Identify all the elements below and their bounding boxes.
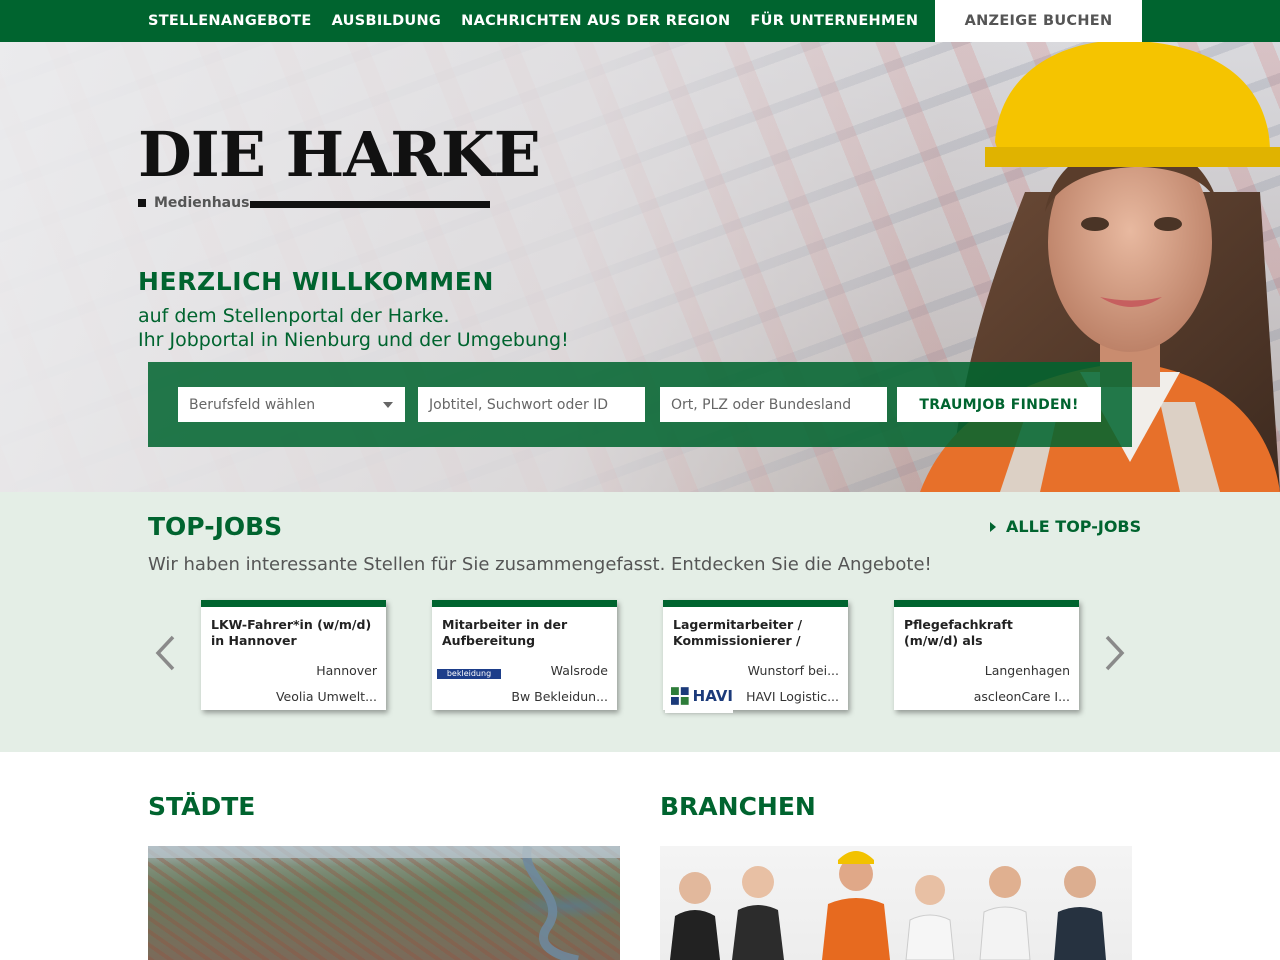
logo-subline: Medienhaus [138,195,249,211]
job-card-title: Lagermitarbeiter / Kommissionierer / Lag… [673,617,803,648]
logo-wordmark: DIE HARKE [138,118,541,191]
job-card[interactable]: Lagermitarbeiter / Kommissionierer / Lag… [663,600,848,713]
company-logo: bekleidung [437,669,501,679]
nav-link-stellenangebote[interactable]: STELLENANGEBOTE [148,13,312,29]
job-card-city: Wunstorf bei... [747,663,839,678]
top-jobs-title: TOP-JOBS [148,512,283,541]
all-top-jobs-link[interactable]: ALLE TOP-JOBS [990,517,1141,536]
river-image [148,846,620,960]
all-top-jobs-label: ALLE TOP-JOBS [1006,517,1142,536]
category-select[interactable]: Berufsfeld wählen [178,387,405,422]
job-card-title: LKW-Fahrer*in (w/m/d) in Hannover [211,617,372,648]
die-harke-logo[interactable]: DIE HARKE Medienhaus [138,124,541,211]
location-input-placeholder: Ort, PLZ oder Bundesland [671,396,852,413]
branches-people-image[interactable] [660,846,1132,960]
welcome-text: HERZLICH WILLKOMMEN auf dem Stellenporta… [138,267,569,352]
cities-title: STÄDTE [148,792,256,821]
caret-right-icon [990,521,996,532]
company-logo: HAVI [665,679,733,713]
job-card[interactable]: Pflegefachkraft (m/w/d) als Schulbegleit… [894,600,1079,710]
keyword-input-placeholder: Jobtitel, Suchwort oder ID [429,396,609,413]
logo-square-icon [138,199,146,207]
job-card-title: Mitarbeiter in der Aufbereitung Wäschere… [442,617,568,648]
keyword-input[interactable]: Jobtitel, Suchwort oder ID [418,387,645,422]
nav-link-ausbildung[interactable]: AUSBILDUNG [332,13,442,29]
havi-logo-text: HAVI [692,687,733,705]
job-card-city: Hannover [316,663,377,678]
logo-medienhaus: Medienhaus [154,195,250,211]
nav-link-unternehmen[interactable]: FÜR UNTERNEHMEN [750,13,918,29]
job-card-company: Veolia Umwelt... [275,689,377,704]
job-card[interactable]: Mitarbeiter in der Aufbereitung Wäschere… [432,600,617,710]
job-card[interactable]: LKW-Fahrer*in (w/m/d) in Hannover Hannov… [201,600,386,710]
job-search-box: Berufsfeld wählen Jobtitel, Suchwort ode… [148,362,1132,447]
job-card-company: ascleonCare I... [973,689,1070,704]
nav-link-nachrichten[interactable]: NACHRICHTEN AUS DER REGION [461,13,730,29]
havi-logo-icon [671,687,689,705]
top-jobs-intro: Wir haben interessante Stellen für Sie z… [148,554,932,575]
hero-banner: DIE HARKE Medienhaus HERZLICH WILLKOMMEN… [0,42,1280,492]
job-card-city: Langenhagen [984,663,1070,678]
nav-links: STELLENANGEBOTE AUSBILDUNG NACHRICHTEN A… [148,0,918,42]
book-ad-button[interactable]: ANZEIGE BUCHEN [935,0,1142,42]
top-jobs-section: TOP-JOBS ALLE TOP-JOBS Wir haben interes… [0,492,1280,752]
logo-bar [250,201,490,208]
carousel-prev-arrow-icon[interactable] [151,633,181,673]
welcome-line-2: Ihr Jobportal in Nienburg und der Umgebu… [138,329,569,351]
welcome-line-1: auf dem Stellenportal der Harke. [138,305,450,327]
professionals-group-image [670,851,1106,960]
cities-aerial-image[interactable] [148,846,620,960]
welcome-title: HERZLICH WILLKOMMEN [138,267,494,296]
category-select-label: Berufsfeld wählen [189,396,316,413]
job-card-city: Walsrode [550,663,608,678]
top-navigation: STELLENANGEBOTE AUSBILDUNG NACHRICHTEN A… [0,0,1280,42]
chevron-down-icon [383,402,393,408]
find-job-button[interactable]: TRAUMJOB FINDEN! [897,387,1101,422]
carousel-next-arrow-icon[interactable] [1099,633,1129,673]
job-card-title: Pflegefachkraft (m/w/d) als Schulbegleit… [904,617,1013,648]
location-input[interactable]: Ort, PLZ oder Bundesland [660,387,887,422]
job-card-company: Bw Bekleidun... [511,689,608,704]
branches-title: BRANCHEN [660,792,816,821]
job-card-company: HAVI Logistic... [746,689,839,704]
